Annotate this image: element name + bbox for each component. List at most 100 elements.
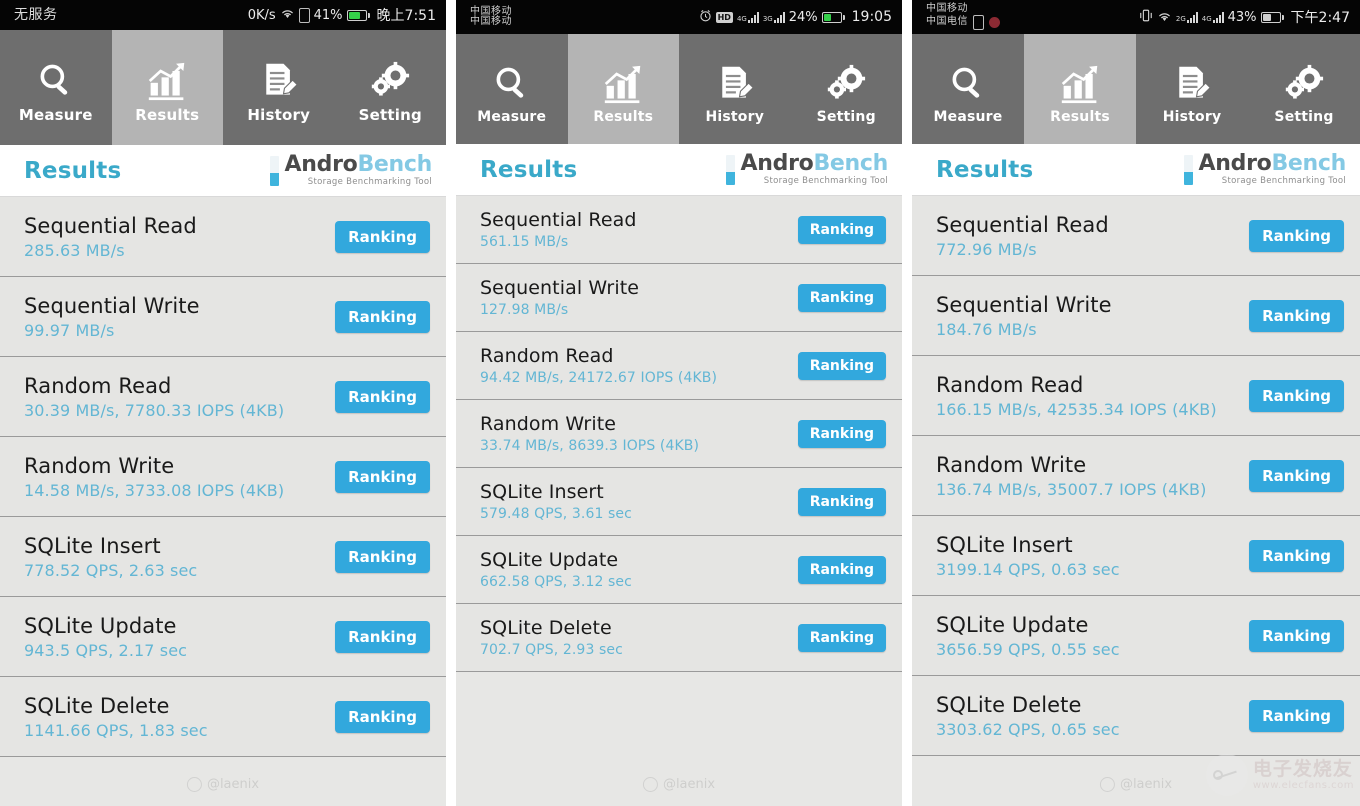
- alarm-icon: [699, 9, 712, 25]
- weibo-icon: [186, 777, 202, 792]
- ranking-button[interactable]: Ranking: [335, 300, 430, 333]
- table-row[interactable]: SQLite Update 943.5 QPS, 2.17 sec Ranking: [0, 597, 446, 677]
- ranking-button[interactable]: Ranking: [335, 540, 430, 573]
- ranking-button[interactable]: Ranking: [335, 620, 430, 653]
- tab-results[interactable]: Results: [567, 34, 679, 144]
- ranking-button[interactable]: Ranking: [1249, 459, 1344, 492]
- result-value: 561.15 MB/s: [480, 234, 569, 250]
- ranking-button[interactable]: Ranking: [797, 555, 886, 584]
- androbench-logo: AndroBench Storage Benchmarking Tool: [725, 151, 888, 186]
- table-row[interactable]: Sequential Read 285.63 MB/s Ranking: [0, 197, 446, 277]
- tab-bar-3: Measure Results History Setting: [912, 34, 1360, 144]
- ranking-button[interactable]: Ranking: [797, 351, 886, 380]
- ranking-button[interactable]: Ranking: [797, 419, 886, 448]
- androbench-logo: AndroBench Storage Benchmarking Tool: [269, 154, 432, 187]
- carrier-label-2: 中国电信: [926, 16, 968, 27]
- status-icons-1: 0K/s 41% 晚上7:51: [248, 5, 436, 25]
- ranking-button[interactable]: Ranking: [335, 380, 430, 413]
- result-name: Random Write: [24, 453, 175, 478]
- ranking-button[interactable]: Ranking: [335, 460, 430, 493]
- tab-setting-label: Setting: [1274, 108, 1334, 125]
- logo-mark-icon: [1183, 154, 1193, 185]
- phone-screenshot-2: 中国移动 中国移动 HD 4G 3G 24% 19:05 Measure Res…: [456, 0, 902, 806]
- table-row[interactable]: SQLite Update 662.58 QPS, 3.12 sec Rankin…: [456, 536, 902, 604]
- result-value: 285.63 MB/s: [24, 240, 125, 260]
- tab-history[interactable]: History: [1136, 34, 1248, 144]
- tab-bar-1: Measure Results History Setting: [0, 30, 446, 145]
- signal-4g-icon: 4G: [1202, 11, 1224, 23]
- tab-setting[interactable]: Setting: [790, 34, 902, 144]
- tab-measure[interactable]: Measure: [456, 34, 568, 144]
- ranking-button[interactable]: Ranking: [335, 220, 430, 253]
- ranking-button[interactable]: Ranking: [1249, 219, 1344, 252]
- ranking-button[interactable]: Ranking: [1249, 619, 1344, 652]
- table-row[interactable]: Random Write 136.74 MB/s, 35007.7 IOPS (4…: [912, 436, 1360, 516]
- ranking-button[interactable]: Ranking: [797, 487, 886, 516]
- result-name: Sequential Read: [936, 212, 1109, 237]
- result-value: 662.58 QPS, 3.12 sec: [480, 574, 632, 590]
- result-value: 136.74 MB/s, 35007.7 IOPS (4KB): [936, 479, 1207, 499]
- ranking-button[interactable]: Ranking: [1249, 299, 1344, 332]
- phone-screenshot-1: 无服务 0K/s 41% 晚上7:51 Measure Results Hist…: [0, 0, 446, 806]
- result-value: 772.96 MB/s: [936, 239, 1037, 259]
- gears-icon: [825, 54, 867, 104]
- result-name: Random Read: [936, 372, 1084, 397]
- result-value: 33.74 MB/s, 8639.3 IOPS (4KB): [480, 438, 700, 454]
- ranking-button[interactable]: Ranking: [797, 283, 886, 312]
- table-row[interactable]: Random Write 14.58 MB/s, 3733.08 IOPS (4K…: [0, 437, 446, 517]
- tab-results[interactable]: Results: [1024, 34, 1136, 144]
- table-row[interactable]: SQLite Insert 778.52 QPS, 2.63 sec Rankin…: [0, 517, 446, 597]
- results-header-3: Results AndroBench Storage Benchmarking …: [912, 144, 1360, 196]
- result-name: SQLite Update: [480, 549, 619, 571]
- network-speed-label: 0K/s: [247, 7, 276, 23]
- tab-setting[interactable]: Setting: [334, 30, 446, 145]
- wifi-icon: [1157, 10, 1172, 25]
- logo-text-andro: Andro: [740, 151, 814, 177]
- ranking-button[interactable]: Ranking: [797, 215, 886, 244]
- tab-history[interactable]: History: [223, 30, 335, 145]
- table-row[interactable]: SQLite Insert 579.48 QPS, 3.61 sec Rankin…: [456, 468, 902, 536]
- elecfans-name: 电子发烧友: [1252, 758, 1353, 781]
- result-value: 1141.66 QPS, 1.83 sec: [24, 720, 208, 740]
- weibo-icon: [642, 777, 658, 792]
- result-name: SQLite Update: [936, 612, 1089, 637]
- table-row[interactable]: Random Read 166.15 MB/s, 42535.34 IOPS (4…: [912, 356, 1360, 436]
- ranking-button[interactable]: Ranking: [335, 700, 430, 733]
- ranking-button[interactable]: Ranking: [1249, 379, 1344, 412]
- clock-label: 19:05: [851, 9, 892, 25]
- logo-text-andro: Andro: [1198, 151, 1272, 177]
- ranking-button[interactable]: Ranking: [1249, 699, 1344, 732]
- bar-chart-icon: [145, 51, 189, 101]
- table-row[interactable]: SQLite Delete 1141.66 QPS, 1.83 sec Ranki…: [0, 677, 446, 757]
- table-row[interactable]: Random Read 94.42 MB/s, 24172.67 IOPS (4K…: [456, 332, 902, 400]
- table-row[interactable]: Sequential Write 127.98 MB/s Ranking: [456, 264, 902, 332]
- table-row[interactable]: SQLite Delete 702.7 QPS, 2.93 sec Ranking: [456, 604, 902, 672]
- tab-results[interactable]: Results: [111, 30, 223, 145]
- table-row[interactable]: Sequential Read 772.96 MB/s Ranking: [912, 196, 1360, 276]
- tab-history-label: History: [705, 108, 765, 125]
- status-icons-3: 2G 4G 43% 下午2:47: [1139, 7, 1350, 27]
- table-row[interactable]: SQLite Update 3656.59 QPS, 0.55 sec Ranki…: [912, 596, 1360, 676]
- table-row[interactable]: Sequential Write 184.76 MB/s Ranking: [912, 276, 1360, 356]
- result-value: 579.48 QPS, 3.61 sec: [480, 506, 632, 522]
- elecfans-watermark: 电子发烧友 www.elecfans.com: [1205, 754, 1354, 796]
- page-title: Results: [936, 156, 1034, 183]
- tab-history-label: History: [247, 106, 311, 124]
- result-value: 99.97 MB/s: [24, 320, 115, 340]
- ranking-button[interactable]: Ranking: [797, 623, 886, 652]
- table-row[interactable]: SQLite Delete 3303.62 QPS, 0.65 sec Ranki…: [912, 676, 1360, 756]
- table-row[interactable]: Sequential Read 561.15 MB/s Ranking: [456, 196, 902, 264]
- tab-measure[interactable]: Measure: [912, 34, 1024, 144]
- tab-history[interactable]: History: [679, 34, 791, 144]
- tab-measure[interactable]: Measure: [0, 30, 112, 145]
- table-row[interactable]: Sequential Write 99.97 MB/s Ranking: [0, 277, 446, 357]
- result-value: 943.5 QPS, 2.17 sec: [24, 640, 188, 660]
- table-row[interactable]: Random Write 33.74 MB/s, 8639.3 IOPS (4KB…: [456, 400, 902, 468]
- ranking-button[interactable]: Ranking: [1249, 539, 1344, 572]
- results-list-3: Sequential Read 772.96 MB/s Ranking Seque…: [912, 196, 1360, 806]
- table-row[interactable]: SQLite Insert 3199.14 QPS, 0.63 sec Ranki…: [912, 516, 1360, 596]
- page-title: Results: [480, 156, 578, 183]
- tab-setting[interactable]: Setting: [1248, 34, 1360, 144]
- table-row[interactable]: Random Read 30.39 MB/s, 7780.33 IOPS (4KB…: [0, 357, 446, 437]
- battery-icon: [346, 9, 370, 21]
